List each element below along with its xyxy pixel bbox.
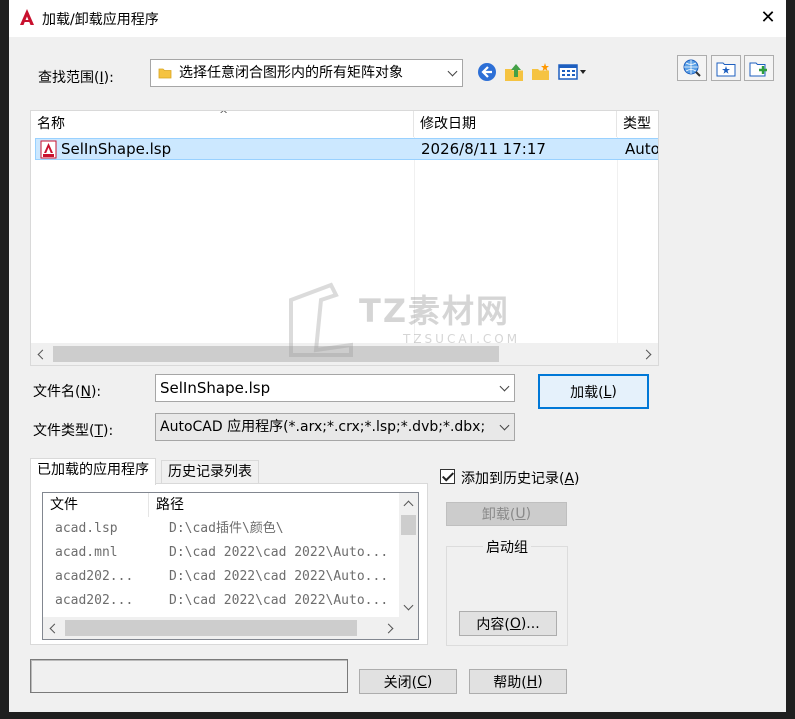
filetype-label: 文件类型(T): — [33, 423, 114, 439]
file-date: 2026/8/11 17:17 — [421, 140, 546, 158]
filename-value: SelInShape.lsp — [160, 379, 271, 397]
scrollbar-thumb[interactable] — [401, 515, 416, 535]
column-header-file[interactable]: 文件 — [43, 493, 149, 517]
load-unload-dialog: 加载/卸载应用程序 ✕ 查找范围(I): 选择任意闭合图形内的所有矩阵对象 名称… — [9, 0, 786, 712]
scroll-right-icon[interactable] — [638, 343, 658, 365]
new-folder-icon[interactable] — [529, 60, 553, 84]
up-folder-icon[interactable] — [502, 60, 526, 84]
autocad-app-icon — [18, 8, 36, 26]
file-list-horizontal-scrollbar[interactable] — [31, 343, 658, 365]
column-header-type[interactable]: 类型 — [617, 111, 658, 137]
contents-button[interactable]: 内容(O)... — [459, 611, 557, 636]
lsp-file-icon — [40, 140, 58, 164]
views-menu-icon[interactable] — [557, 60, 591, 84]
lookin-value: 选择任意闭合图形内的所有矩阵对象 — [179, 65, 403, 81]
filename-input[interactable]: SelInShape.lsp — [155, 374, 515, 402]
lookin-label: 查找范围(I): — [38, 70, 114, 86]
close-button[interactable]: 关闭(C) — [359, 669, 457, 694]
chevron-down-icon[interactable] — [494, 375, 514, 401]
list-item[interactable]: acad202... D:\cad 2022\cad 2022\Auto... — [43, 565, 393, 589]
chevron-down-icon[interactable] — [442, 60, 462, 86]
list-item[interactable]: acad202... D:\cad 2022\cad 2022\Auto... — [43, 589, 393, 613]
tab-loaded-applications[interactable]: 已加载的应用程序 — [30, 458, 156, 485]
scroll-down-icon[interactable] — [399, 597, 418, 617]
list-item[interactable]: acad.mnl D:\cad 2022\cad 2022\Auto... — [43, 541, 393, 565]
loaded-apps-pane: 文件 路径 acad.lsp D:\cad插件\颜色\ acad.mnl D:\ca… — [30, 483, 428, 645]
lookin-dropdown[interactable]: 选择任意闭合图形内的所有矩阵对象 — [150, 59, 463, 87]
web-search-icon[interactable] — [677, 55, 707, 81]
scrollbar-thumb[interactable] — [65, 620, 357, 636]
scrollbar-thumb[interactable] — [53, 346, 499, 362]
column-header-date[interactable]: 修改日期 — [414, 111, 617, 137]
startup-group-title: 启动组 — [447, 537, 567, 557]
back-icon[interactable] — [475, 60, 499, 84]
sort-ascending-icon: ^ — [219, 110, 229, 121]
column-header-path[interactable]: 路径 — [149, 493, 399, 517]
filetype-dropdown[interactable]: AutoCAD 应用程序(*.arx;*.crx;*.lsp;*.dvb;*.d… — [155, 413, 515, 441]
scroll-left-icon[interactable] — [31, 343, 51, 365]
chevron-down-icon[interactable] — [494, 414, 514, 440]
unload-button[interactable]: 卸载(U) — [446, 502, 567, 526]
filename-label: 文件名(N): — [33, 384, 102, 400]
scroll-right-icon[interactable] — [380, 617, 400, 639]
file-name: SelInShape.lsp — [61, 140, 172, 158]
scroll-left-icon[interactable] — [43, 617, 63, 639]
tab-history-list[interactable]: 历史记录列表 — [161, 460, 259, 484]
loaded-list-vertical-scrollbar[interactable] — [399, 493, 418, 617]
loaded-list-horizontal-scrollbar[interactable] — [43, 617, 418, 639]
scroll-up-icon[interactable] — [399, 493, 418, 513]
add-to-history-checkbox[interactable] — [440, 469, 455, 484]
add-to-history-label[interactable]: 添加到历史记录(A) — [461, 468, 580, 488]
list-item[interactable]: acad.lsp D:\cad插件\颜色\ — [43, 517, 393, 541]
loaded-apps-list[interactable]: 文件 路径 acad.lsp D:\cad插件\颜色\ acad.mnl D:\ca… — [42, 492, 419, 640]
filetype-value: AutoCAD 应用程序(*.arx;*.crx;*.lsp;*.dvb;*.d… — [160, 419, 486, 435]
file-list[interactable]: 名称 ^ 修改日期 类型 SelInShape.lsp 2026/8/11 17… — [30, 110, 659, 366]
title-bar: 加载/卸载应用程序 ✕ — [9, 0, 786, 37]
help-button[interactable]: 帮助(H) — [469, 669, 567, 694]
close-window-button[interactable]: ✕ — [756, 6, 780, 30]
load-button[interactable]: 加载(L) — [538, 374, 649, 409]
folder-icon — [158, 66, 172, 84]
status-field — [30, 659, 348, 693]
window-title: 加载/卸载应用程序 — [42, 12, 159, 28]
file-type: Auto — [625, 140, 659, 158]
add-favorites-icon[interactable] — [711, 55, 741, 81]
file-row[interactable]: SelInShape.lsp 2026/8/11 17:17 Auto — [35, 138, 659, 160]
startup-suite-group: 启动组 内容(O)... — [446, 540, 568, 646]
add-to-startup-icon[interactable] — [744, 55, 774, 81]
